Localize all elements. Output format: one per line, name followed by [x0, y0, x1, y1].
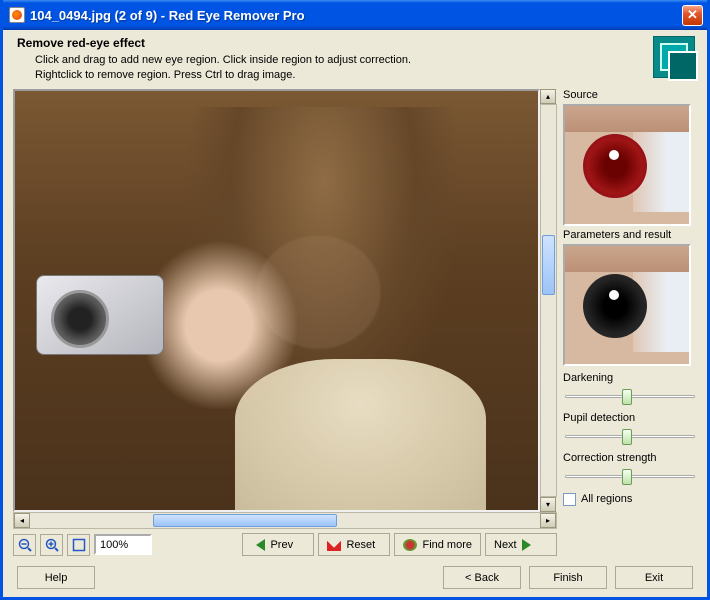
- h-scroll-thumb[interactable]: [153, 514, 337, 527]
- mid-row: ▴ ▾ ◂ ▸: [13, 89, 697, 556]
- help-button[interactable]: Help: [17, 566, 95, 589]
- v-scroll-track[interactable]: [540, 104, 557, 497]
- vertical-scrollbar[interactable]: ▴ ▾: [540, 89, 557, 512]
- darkening-slider[interactable]: [563, 387, 697, 405]
- eye-icon: [403, 539, 417, 551]
- source-preview: [563, 104, 691, 226]
- result-label: Parameters and result: [563, 229, 697, 241]
- strength-handle[interactable]: [622, 469, 632, 485]
- content-area: Remove red-eye effect Click and drag to …: [3, 30, 707, 597]
- next-icon: [522, 539, 536, 551]
- exit-button[interactable]: Exit: [615, 566, 693, 589]
- instructions: Remove red-eye effect Click and drag to …: [13, 36, 653, 83]
- image-toolbar: 100% Prev Reset Find more Next: [13, 533, 557, 556]
- darkening-handle[interactable]: [622, 389, 632, 405]
- photo-hands: [141, 242, 298, 410]
- strength-slider[interactable]: [563, 467, 697, 485]
- window-title: 104_0494.jpg (2 of 9) - Red Eye Remover …: [30, 8, 682, 23]
- image-canvas[interactable]: [13, 89, 540, 512]
- zoom-in-button[interactable]: [40, 534, 63, 556]
- h-scroll-track[interactable]: [30, 513, 540, 528]
- pupil-label: Pupil detection: [563, 412, 697, 424]
- close-button[interactable]: ✕: [682, 5, 703, 26]
- prev-icon: [251, 539, 265, 551]
- scroll-down-button[interactable]: ▾: [540, 497, 556, 512]
- all-regions-row: All regions: [563, 493, 697, 506]
- scroll-left-button[interactable]: ◂: [14, 513, 30, 528]
- app-icon: [9, 7, 25, 23]
- titlebar[interactable]: 104_0494.jpg (2 of 9) - Red Eye Remover …: [3, 0, 707, 30]
- next-button[interactable]: Next: [485, 533, 557, 556]
- image-frame: ▴ ▾ ◂ ▸: [13, 89, 557, 556]
- prev-button[interactable]: Prev: [242, 533, 314, 556]
- strength-label: Correction strength: [563, 452, 697, 464]
- darkening-label: Darkening: [563, 372, 697, 384]
- app-window: 104_0494.jpg (2 of 9) - Red Eye Remover …: [0, 0, 710, 600]
- all-regions-text: All regions: [581, 493, 632, 505]
- pupil-slider[interactable]: [563, 427, 697, 445]
- all-regions-checkbox[interactable]: [563, 493, 576, 506]
- find-more-label: Find more: [422, 539, 472, 551]
- instructions-line-2: Rightclick to remove region. Press Ctrl …: [17, 68, 653, 83]
- instructions-line-1: Click and drag to add new eye region. Cl…: [17, 53, 653, 68]
- v-scroll-thumb[interactable]: [542, 235, 555, 295]
- scroll-right-button[interactable]: ▸: [540, 513, 556, 528]
- next-label: Next: [494, 539, 517, 551]
- step-icon: [653, 36, 695, 78]
- pupil-handle[interactable]: [622, 429, 632, 445]
- horizontal-scrollbar[interactable]: ◂ ▸: [13, 512, 557, 529]
- header-row: Remove red-eye effect Click and drag to …: [13, 36, 697, 83]
- photo-camera: [36, 275, 164, 355]
- scroll-up-button[interactable]: ▴: [540, 89, 556, 104]
- reset-button[interactable]: Reset: [318, 533, 390, 556]
- zoom-level-input[interactable]: 100%: [94, 534, 152, 555]
- instructions-title: Remove red-eye effect: [17, 36, 653, 50]
- source-label: Source: [563, 89, 697, 101]
- result-preview: [563, 244, 691, 366]
- zoom-out-button[interactable]: [13, 534, 36, 556]
- reset-icon: [327, 539, 341, 551]
- side-panel: Source Parameters and result Darkening P…: [563, 89, 697, 556]
- prev-label: Prev: [270, 539, 293, 551]
- zoom-level-value: 100%: [100, 539, 128, 551]
- finish-button[interactable]: Finish: [529, 566, 607, 589]
- footer: Help < Back Finish Exit: [13, 566, 697, 589]
- reset-label: Reset: [346, 539, 375, 551]
- find-more-button[interactable]: Find more: [394, 533, 481, 556]
- back-button[interactable]: < Back: [443, 566, 521, 589]
- fit-button[interactable]: [67, 534, 90, 556]
